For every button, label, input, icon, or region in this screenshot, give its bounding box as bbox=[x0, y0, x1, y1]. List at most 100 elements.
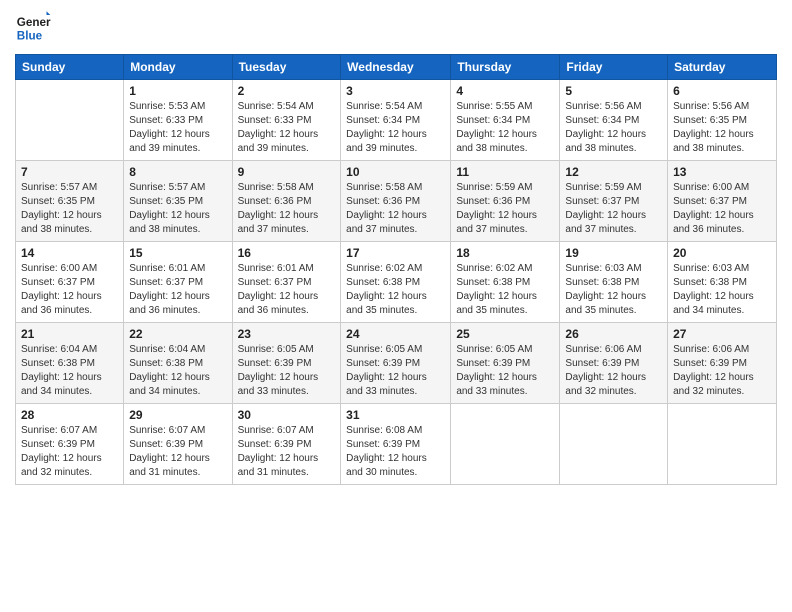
day-number: 18 bbox=[456, 246, 554, 260]
day-number: 3 bbox=[346, 84, 445, 98]
day-cell: 20 Sunrise: 6:03 AM Sunset: 6:38 PM Dayli… bbox=[668, 242, 777, 323]
day-info: Sunrise: 6:07 AM Sunset: 6:39 PM Dayligh… bbox=[129, 424, 226, 480]
day-info: Sunrise: 6:07 AM Sunset: 6:39 PM Dayligh… bbox=[21, 424, 118, 480]
page: General Blue SundayMondayTuesdayWednesda… bbox=[0, 0, 792, 612]
day-cell: 19 Sunrise: 6:03 AM Sunset: 6:38 PM Dayli… bbox=[560, 242, 668, 323]
calendar-header-row: SundayMondayTuesdayWednesdayThursdayFrid… bbox=[16, 55, 777, 80]
day-number: 6 bbox=[673, 84, 771, 98]
logo-icon: General Blue bbox=[15, 10, 51, 46]
header-tuesday: Tuesday bbox=[232, 55, 341, 80]
day-info: Sunrise: 5:59 AM Sunset: 6:37 PM Dayligh… bbox=[565, 181, 662, 237]
day-number: 28 bbox=[21, 408, 118, 422]
day-cell: 21Sunrise: 6:04 AM Sunset: 6:38 PM Dayli… bbox=[16, 323, 124, 404]
day-cell: 4 Sunrise: 5:55 AM Sunset: 6:34 PM Daylig… bbox=[451, 80, 560, 161]
day-cell: 30 Sunrise: 6:07 AM Sunset: 6:39 PM Dayli… bbox=[232, 404, 341, 485]
day-number: 31 bbox=[346, 408, 445, 422]
day-info: Sunrise: 6:06 AM Sunset: 6:39 PM Dayligh… bbox=[673, 343, 771, 399]
day-cell: 1 Sunrise: 5:53 AM Sunset: 6:33 PM Daylig… bbox=[124, 80, 232, 161]
week-row-4: 21 Sunrise: 6:04 AM Sunset: 6:38 PM Dayli… bbox=[16, 323, 777, 404]
day-cell: 31 Sunrise: 6:08 AM Sunset: 6:39 PM Dayli… bbox=[341, 404, 451, 485]
week-row-1: 1 Sunrise: 5:53 AM Sunset: 6:33 PM Daylig… bbox=[16, 80, 777, 161]
week-row-5: 28 Sunrise: 6:07 AM Sunset: 6:39 PM Dayli… bbox=[16, 404, 777, 485]
header-friday: Friday bbox=[560, 55, 668, 80]
day-info: Sunrise: 6:05 AM Sunset: 6:39 PM Dayligh… bbox=[456, 343, 554, 399]
day-info: Sunrise: 5:57 AM Sunset: 6:35 PM Dayligh… bbox=[129, 181, 226, 237]
day-cell: 22Sunrise: 6:04 AM Sunset: 6:38 PM Dayli… bbox=[124, 323, 232, 404]
day-cell bbox=[16, 80, 124, 161]
day-number: 27 bbox=[673, 327, 771, 341]
day-info: Sunrise: 6:07 AM Sunset: 6:39 PM Dayligh… bbox=[238, 424, 336, 480]
day-number: 21 bbox=[21, 327, 118, 341]
day-number: 5 bbox=[565, 84, 662, 98]
day-info: Sunrise: 6:01 AM Sunset: 6:37 PM Dayligh… bbox=[129, 262, 226, 318]
day-info: Sunrise: 6:03 AM Sunset: 6:38 PM Dayligh… bbox=[673, 262, 771, 318]
day-info: Sunrise: 5:56 AM Sunset: 6:35 PM Dayligh… bbox=[673, 100, 771, 156]
day-cell: 23 Sunrise: 6:05 AM Sunset: 6:39 PM Dayli… bbox=[232, 323, 341, 404]
day-cell: 3 Sunrise: 5:54 AM Sunset: 6:34 PM Daylig… bbox=[341, 80, 451, 161]
day-cell: 11 Sunrise: 5:59 AM Sunset: 6:36 PM Dayli… bbox=[451, 161, 560, 242]
header-saturday: Saturday bbox=[668, 55, 777, 80]
header-wednesday: Wednesday bbox=[341, 55, 451, 80]
day-number: 14 bbox=[21, 246, 118, 260]
logo: General Blue bbox=[15, 10, 55, 46]
day-cell bbox=[451, 404, 560, 485]
day-number: 30 bbox=[238, 408, 336, 422]
day-cell: 5 Sunrise: 5:56 AM Sunset: 6:34 PM Daylig… bbox=[560, 80, 668, 161]
day-cell: 15 Sunrise: 6:01 AM Sunset: 6:37 PM Dayli… bbox=[124, 242, 232, 323]
day-cell: 10 Sunrise: 5:58 AM Sunset: 6:36 PM Dayli… bbox=[341, 161, 451, 242]
day-number: 19 bbox=[565, 246, 662, 260]
day-info: Sunrise: 6:05 AM Sunset: 6:39 PM Dayligh… bbox=[238, 343, 336, 399]
day-cell: 24Sunrise: 6:05 AM Sunset: 6:39 PM Dayli… bbox=[341, 323, 451, 404]
day-info: Sunrise: 5:54 AM Sunset: 6:34 PM Dayligh… bbox=[346, 100, 445, 156]
day-number: 10 bbox=[346, 165, 445, 179]
day-cell bbox=[560, 404, 668, 485]
day-cell: 8 Sunrise: 5:57 AM Sunset: 6:35 PM Daylig… bbox=[124, 161, 232, 242]
day-number: 20 bbox=[673, 246, 771, 260]
day-cell: 27 Sunrise: 6:06 AM Sunset: 6:39 PM Dayli… bbox=[668, 323, 777, 404]
day-info: Sunrise: 6:03 AM Sunset: 6:38 PM Dayligh… bbox=[565, 262, 662, 318]
day-cell: 12Sunrise: 5:59 AM Sunset: 6:37 PM Dayli… bbox=[560, 161, 668, 242]
day-cell: 6 Sunrise: 5:56 AM Sunset: 6:35 PM Daylig… bbox=[668, 80, 777, 161]
day-number: 15 bbox=[129, 246, 226, 260]
day-cell: 25 Sunrise: 6:05 AM Sunset: 6:39 PM Dayli… bbox=[451, 323, 560, 404]
day-number: 13 bbox=[673, 165, 771, 179]
day-info: Sunrise: 5:59 AM Sunset: 6:36 PM Dayligh… bbox=[456, 181, 554, 237]
day-info: Sunrise: 6:02 AM Sunset: 6:38 PM Dayligh… bbox=[346, 262, 445, 318]
svg-text:Blue: Blue bbox=[17, 30, 43, 43]
header-thursday: Thursday bbox=[451, 55, 560, 80]
day-info: Sunrise: 6:00 AM Sunset: 6:37 PM Dayligh… bbox=[21, 262, 118, 318]
day-number: 1 bbox=[129, 84, 226, 98]
day-info: Sunrise: 5:53 AM Sunset: 6:33 PM Dayligh… bbox=[129, 100, 226, 156]
day-number: 25 bbox=[456, 327, 554, 341]
calendar-table: SundayMondayTuesdayWednesdayThursdayFrid… bbox=[15, 54, 777, 485]
day-cell: 14 Sunrise: 6:00 AM Sunset: 6:37 PM Dayli… bbox=[16, 242, 124, 323]
day-cell: 13Sunrise: 6:00 AM Sunset: 6:37 PM Dayli… bbox=[668, 161, 777, 242]
week-row-2: 7 Sunrise: 5:57 AM Sunset: 6:35 PM Daylig… bbox=[16, 161, 777, 242]
day-number: 8 bbox=[129, 165, 226, 179]
day-info: Sunrise: 5:58 AM Sunset: 6:36 PM Dayligh… bbox=[346, 181, 445, 237]
day-info: Sunrise: 6:06 AM Sunset: 6:39 PM Dayligh… bbox=[565, 343, 662, 399]
day-number: 17 bbox=[346, 246, 445, 260]
day-number: 11 bbox=[456, 165, 554, 179]
day-info: Sunrise: 6:04 AM Sunset: 6:38 PM Dayligh… bbox=[129, 343, 226, 399]
svg-text:General: General bbox=[17, 16, 51, 29]
day-info: Sunrise: 5:56 AM Sunset: 6:34 PM Dayligh… bbox=[565, 100, 662, 156]
day-number: 7 bbox=[21, 165, 118, 179]
day-info: Sunrise: 6:08 AM Sunset: 6:39 PM Dayligh… bbox=[346, 424, 445, 480]
day-number: 9 bbox=[238, 165, 336, 179]
day-cell: 29 Sunrise: 6:07 AM Sunset: 6:39 PM Dayli… bbox=[124, 404, 232, 485]
day-cell: 26 Sunrise: 6:06 AM Sunset: 6:39 PM Dayli… bbox=[560, 323, 668, 404]
day-cell: 2Sunrise: 5:54 AM Sunset: 6:33 PM Daylig… bbox=[232, 80, 341, 161]
header-sunday: Sunday bbox=[16, 55, 124, 80]
day-number: 4 bbox=[456, 84, 554, 98]
day-info: Sunrise: 5:55 AM Sunset: 6:34 PM Dayligh… bbox=[456, 100, 554, 156]
day-number: 29 bbox=[129, 408, 226, 422]
day-number: 23 bbox=[238, 327, 336, 341]
day-cell bbox=[668, 404, 777, 485]
day-info: Sunrise: 5:58 AM Sunset: 6:36 PM Dayligh… bbox=[238, 181, 336, 237]
day-cell: 18Sunrise: 6:02 AM Sunset: 6:38 PM Dayli… bbox=[451, 242, 560, 323]
day-number: 26 bbox=[565, 327, 662, 341]
day-cell: 7Sunrise: 5:57 AM Sunset: 6:35 PM Daylig… bbox=[16, 161, 124, 242]
day-cell: 16Sunrise: 6:01 AM Sunset: 6:37 PM Dayli… bbox=[232, 242, 341, 323]
day-cell: 17 Sunrise: 6:02 AM Sunset: 6:38 PM Dayli… bbox=[341, 242, 451, 323]
